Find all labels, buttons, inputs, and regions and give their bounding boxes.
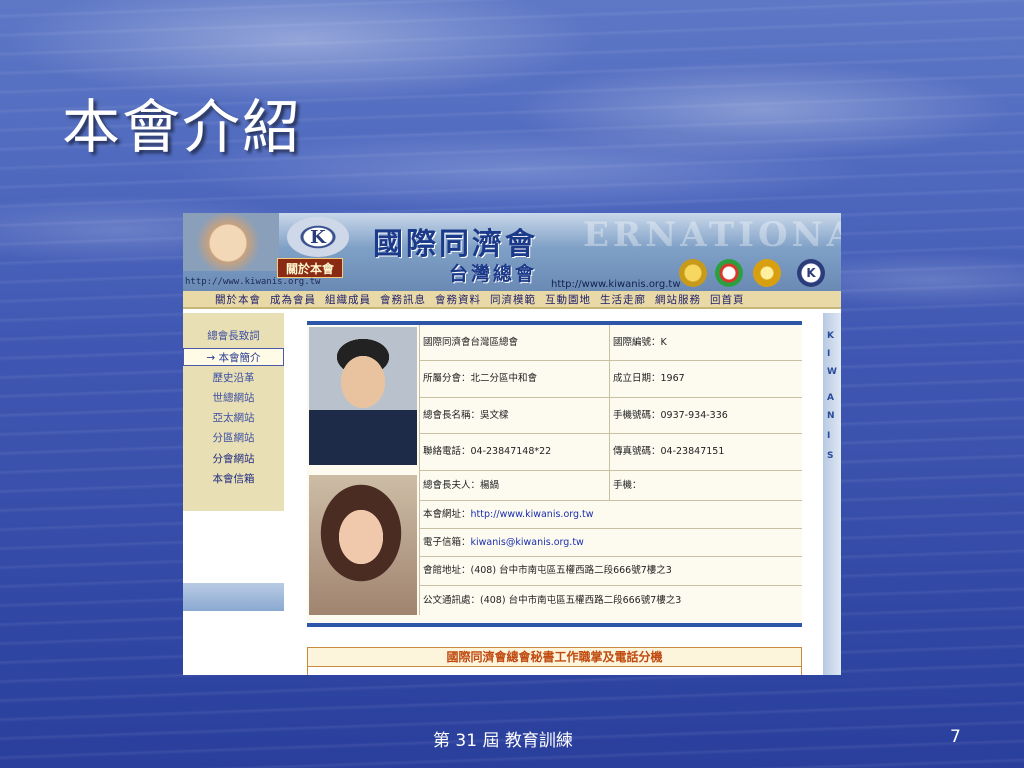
banner-url-left: http://www.kiwanis.org.tw — [185, 277, 321, 287]
spouse-cell: 總會長夫人：楊緺 — [420, 471, 609, 501]
sidebar-item-asia-site[interactable]: 亞太網站 — [183, 409, 284, 427]
email-cell: 電子信箱： kiwanis@kiwanis.org.tw — [420, 529, 802, 557]
spouse-photo — [309, 475, 417, 615]
strip-letter: I — [827, 431, 831, 441]
gold-emblem-icon — [679, 259, 707, 287]
district-cell: 所屬分會：北二分區中和會 — [420, 361, 609, 398]
nav-item-life[interactable]: 生活走廊 — [600, 292, 646, 307]
sidebar-item-district-site[interactable]: 分區網站 — [183, 429, 284, 447]
founded-cell: 成立日期：1967 — [610, 361, 802, 398]
strip-letter: K — [827, 331, 834, 341]
nav-item-documents[interactable]: 會務資料 — [435, 292, 481, 307]
mobile-cell: 手機號碼：0937-934-336 — [610, 398, 802, 434]
president-cell: 總會長名稱：吳文樑 — [420, 398, 609, 434]
nav-item-home[interactable]: 回首頁 — [710, 292, 745, 307]
kiwanis-badge-icon: K — [797, 259, 825, 287]
sun-emblem-icon — [753, 259, 781, 287]
kiwanis-logo-icon: K — [287, 217, 349, 257]
website-label: 本會網址： — [423, 508, 471, 520]
email-link[interactable]: kiwanis@kiwanis.org.tw — [471, 537, 584, 549]
info-table: 國際同濟會台灣區總會 國際編號：K 所屬分會：北二分區中和會 成立日期：1967… — [307, 321, 802, 627]
strip-letter: A — [827, 393, 834, 403]
nav-item-about[interactable]: 關於本會 — [215, 292, 261, 307]
slide-title: 本會介紹 — [62, 93, 303, 161]
page-number: 7 — [950, 727, 961, 747]
sidebar-wave — [183, 583, 284, 611]
nav-item-join[interactable]: 成為會員 — [270, 292, 316, 307]
footer-text: 第 31 屆 教育訓練 — [433, 731, 573, 751]
site-title: 國際同濟會 — [373, 227, 538, 262]
intl-number-cell: 國際編號：K — [610, 325, 802, 361]
top-navigation: 關於本會 成為會員 組織成員 會務訊息 會務資料 同濟模範 互動園地 生活走廊 … — [183, 291, 841, 309]
email-label: 電子信箱： — [423, 536, 471, 548]
sidebar-item-mailbox[interactable]: 本會信箱 — [183, 470, 284, 488]
strip-letter: N — [827, 411, 835, 421]
secretary-heading: 國際同濟會總會秘書工作職掌及電話分機 — [307, 647, 802, 667]
strip-letter: S — [827, 451, 834, 461]
banner-photo — [183, 213, 279, 271]
president-photo — [309, 327, 417, 465]
phone-cell: 聯絡電話：04-23847148*22 — [420, 434, 609, 471]
sidebar-item-president-speech[interactable]: 總會長致詞 — [183, 327, 284, 345]
spouse-mobile-cell: 手機： — [610, 471, 802, 501]
strip-letter: I — [827, 349, 831, 359]
strip-letter: W — [827, 367, 837, 377]
banner-watermark: ERNATIONAL — [583, 215, 841, 255]
fax-cell: 傳真號碼：04-23847151 — [610, 434, 802, 471]
site-banner: K ERNATIONAL 關於本會 http://www.kiwanis.org… — [183, 213, 841, 291]
nav-item-interactive[interactable]: 互動園地 — [545, 292, 591, 307]
sidebar-item-intro[interactable]: → 本會簡介 — [183, 348, 284, 366]
nav-item-models[interactable]: 同濟模範 — [490, 292, 536, 307]
nav-item-services[interactable]: 網站服務 — [655, 292, 701, 307]
sidebar-item-history[interactable]: 歷史沿革 — [183, 369, 284, 387]
sidebar: 總會長致詞 → 本會簡介 歷史沿革 世總網站 亞太網站 分區網站 分會網站 本會… — [183, 313, 284, 611]
website-link[interactable]: http://www.kiwanis.org.tw — [471, 509, 594, 521]
sidebar-item-world-site[interactable]: 世總網站 — [183, 389, 284, 407]
website-cell: 本會網址： http://www.kiwanis.org.tw — [420, 501, 802, 529]
org-name-cell: 國際同濟會台灣區總會 — [420, 325, 609, 361]
site-subtitle: 台灣總會 — [449, 263, 538, 285]
website-screenshot: K ERNATIONAL 關於本會 http://www.kiwanis.org… — [183, 213, 841, 675]
address-cell: 會館地址：(408) 台中市南屯區五權西路二段666號7樓之3 — [420, 557, 802, 586]
nav-item-news[interactable]: 會務訊息 — [380, 292, 426, 307]
secretary-table-top — [307, 667, 802, 675]
red-green-emblem-icon — [715, 259, 743, 287]
banner-url-right: http://www.kiwanis.org.tw — [551, 279, 681, 290]
kiwanis-letter-strip: K I W A N I S — [823, 313, 841, 675]
mail-address-cell: 公文通訊處：(408) 台中市南屯區五權西路二段666號7樓之3 — [423, 594, 682, 606]
banner-section-label: 關於本會 — [277, 258, 343, 278]
nav-item-members[interactable]: 組織成員 — [325, 292, 371, 307]
sidebar-item-club-site[interactable]: 分會網站 — [183, 450, 284, 468]
